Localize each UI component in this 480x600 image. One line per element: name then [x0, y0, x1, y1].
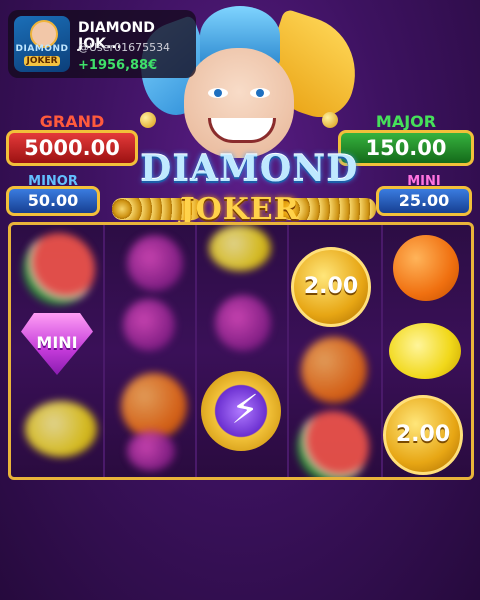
- orange-icon: [121, 373, 187, 439]
- lightning-coin-symbol: ⚡: [201, 371, 281, 451]
- jackpot-minor-value: 50.00: [6, 186, 100, 216]
- mini-gem-label: MINI: [36, 333, 78, 352]
- jester-smile: [208, 118, 276, 143]
- reel-divider: [103, 225, 105, 477]
- lemon-icon: [25, 401, 97, 457]
- mini-gem-symbol: MINI: [15, 313, 99, 383]
- lemon-icon: [209, 225, 271, 271]
- plum-icon: [123, 299, 175, 351]
- reel-divider: [287, 225, 289, 477]
- plum-icon: [127, 235, 183, 291]
- plum-icon: [215, 295, 271, 351]
- game-avatar: DIAMOND JOKER: [14, 16, 70, 72]
- plum-icon: [127, 431, 175, 471]
- watermelon-icon: [23, 233, 95, 305]
- bell-icon: [140, 112, 156, 128]
- orange-icon: [393, 235, 459, 301]
- user-card[interactable]: DIAMOND JOKER DIAMOND JOK... @User016755…: [8, 10, 196, 78]
- jackpot-mini-value: 25.00: [376, 186, 472, 216]
- bell-icon: [322, 112, 338, 128]
- eye-icon: [250, 88, 270, 98]
- jackpot-major-value: 150.00: [338, 130, 474, 166]
- eye-icon: [208, 88, 228, 98]
- avatar-logo-bottom: JOKER: [24, 56, 60, 66]
- user-handle: @User01675534: [78, 41, 171, 54]
- reel-divider: [195, 225, 197, 477]
- lemon-icon: [389, 323, 461, 379]
- coin-symbol: 2.00: [383, 395, 463, 475]
- watermelon-icon: [297, 411, 369, 477]
- jackpot-grand: GRAND 5000.00: [6, 112, 138, 166]
- jackpot-mini: MINI 25.00: [376, 174, 472, 216]
- jackpot-major: MAJOR 150.00: [338, 112, 474, 166]
- jackpot-major-label: MAJOR: [375, 112, 437, 131]
- jackpot-grand-value: 5000.00: [6, 130, 138, 166]
- lightning-bolt-icon: ⚡: [231, 387, 260, 433]
- logo-diamond: DIAMOND: [140, 148, 359, 190]
- jackpot-grand-label: GRAND: [39, 112, 105, 131]
- avatar-logo-top: DIAMOND: [15, 44, 69, 54]
- jester-face: [184, 48, 294, 158]
- reels-area[interactable]: MINI ⚡ 2.00 2.00: [8, 222, 474, 480]
- orange-icon: [301, 337, 367, 403]
- balance-amount: +1956,88€: [78, 58, 158, 73]
- jackpot-minor: MINOR 50.00: [6, 174, 100, 216]
- coin-symbol: 2.00: [291, 247, 371, 327]
